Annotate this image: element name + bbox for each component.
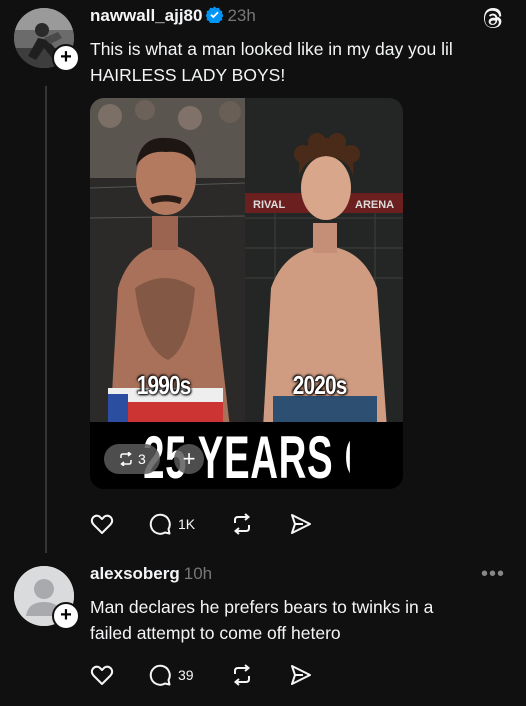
- label-1990s: 1990s: [136, 370, 192, 400]
- reply-count: 1K: [178, 516, 196, 532]
- post2-text-line1: Man declares he prefers bears to twinks …: [90, 597, 434, 617]
- post1-text-line1: This is what a man looked like in my day…: [90, 39, 453, 59]
- heart-icon: [90, 514, 114, 534]
- post1-image[interactable]: RIVAL ARENA 1990s 2020s 25 YEARS OLD 3 +: [90, 98, 403, 489]
- post2-avatar[interactable]: +: [14, 566, 80, 630]
- like-button[interactable]: [90, 661, 114, 689]
- repost-icon: [120, 451, 132, 467]
- heart-icon: [90, 665, 114, 685]
- post1-avatar[interactable]: +: [14, 8, 80, 72]
- repost-icon: [233, 664, 251, 686]
- verified-icon: [205, 6, 225, 28]
- repost-button[interactable]: [230, 510, 254, 538]
- threads-logo-icon[interactable]: [480, 6, 506, 32]
- like-button[interactable]: [90, 510, 114, 538]
- reply-button[interactable]: 1K: [148, 510, 195, 538]
- post2-text-line2: failed attempt to come off hetero: [90, 623, 341, 643]
- post2-header: alexsoberg 10h: [90, 564, 212, 584]
- post1-actions: 1K: [90, 510, 350, 538]
- follow-plus-icon[interactable]: +: [52, 602, 80, 630]
- follow-plus-icon[interactable]: +: [52, 44, 80, 72]
- post1-time: 23h: [227, 6, 256, 25]
- post1-text: This is what a man looked like in my day…: [90, 36, 453, 88]
- post2-username[interactable]: alexsoberg: [90, 564, 180, 583]
- post2-actions: 39: [90, 661, 350, 689]
- share-icon: [291, 514, 311, 534]
- add-chip-plus-icon[interactable]: +: [174, 444, 204, 474]
- comment-icon: [149, 664, 171, 686]
- reply-button[interactable]: 39: [148, 661, 194, 689]
- post2-time: 10h: [183, 564, 213, 583]
- label-2020s: 2020s: [292, 370, 348, 400]
- svg-text:ARENA: ARENA: [355, 199, 394, 211]
- thread-connector: [45, 86, 47, 553]
- banner-text: RIVAL: [253, 199, 285, 211]
- share-button[interactable]: [289, 510, 313, 538]
- reply-count: 39: [178, 667, 194, 683]
- post1-header: nawwall_ajj80 23h: [90, 6, 256, 28]
- repost-button[interactable]: [230, 661, 254, 689]
- repost-count-chip[interactable]: 3: [104, 444, 160, 474]
- share-button[interactable]: [289, 661, 313, 689]
- post2-text: Man declares he prefers bears to twinks …: [90, 594, 433, 646]
- repost-icon: [233, 513, 251, 535]
- more-options-icon[interactable]: •••: [481, 563, 505, 586]
- post1-text-line2: HAIRLESS LADY BOYS!: [90, 65, 286, 85]
- share-icon: [291, 665, 311, 685]
- repost-chip-count: 3: [138, 451, 146, 467]
- comment-icon: [149, 513, 171, 535]
- post1-username[interactable]: nawwall_ajj80: [90, 6, 202, 25]
